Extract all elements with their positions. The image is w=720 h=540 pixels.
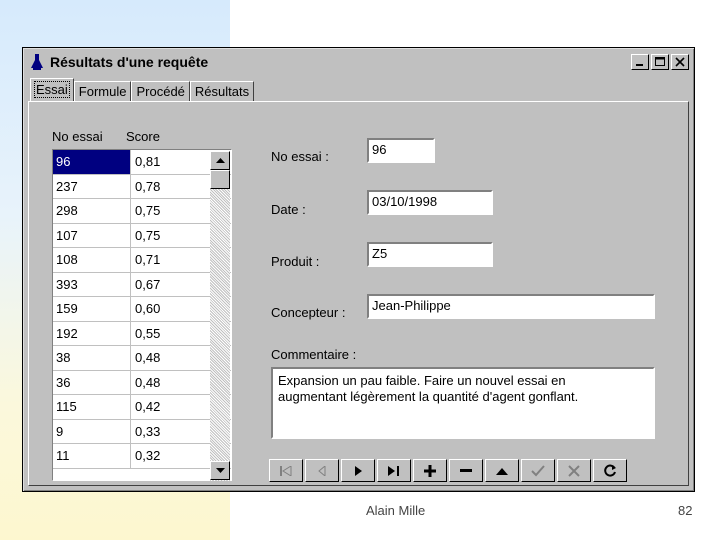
no-essai-cell: 115 [53, 395, 131, 419]
list-row[interactable]: 159 0,60 [53, 297, 231, 322]
no-essai-cell: 107 [53, 223, 131, 247]
list-row[interactable]: 108 0,71 [53, 248, 231, 273]
cancel-icon [568, 464, 580, 477]
next-record-button[interactable] [341, 459, 375, 482]
first-record-button[interactable] [269, 459, 303, 482]
page-number: 82 [678, 503, 693, 518]
scroll-down-button[interactable] [210, 461, 230, 480]
list-scrollbar[interactable] [210, 151, 230, 481]
list-row[interactable]: 9 0,33 [53, 419, 231, 444]
close-button[interactable] [671, 54, 689, 70]
date-label: Date : [271, 202, 306, 217]
produit-label: Produit : [271, 254, 320, 269]
no-essai-label: No essai : [271, 149, 329, 164]
title-bar[interactable]: Résultats d'une requête [26, 51, 691, 73]
list-row[interactable]: 192 0,55 [53, 321, 231, 346]
post-edit-button[interactable] [521, 459, 555, 482]
tab-resultats[interactable]: Résultats [189, 81, 255, 102]
concepteur-label: Concepteur : [271, 305, 346, 320]
no-essai-cell: 237 [53, 174, 131, 198]
list-row[interactable]: 115 0,42 [53, 395, 231, 420]
no-essai-cell: 192 [53, 321, 131, 345]
post-icon [531, 464, 545, 476]
flask-icon [30, 54, 44, 70]
no-essai-cell: 159 [53, 297, 131, 321]
scroll-up-button[interactable] [210, 151, 230, 170]
no-essai-cell: 393 [53, 272, 131, 296]
no-essai-cell: 11 [53, 444, 131, 468]
column-header-score: Score [126, 129, 160, 144]
maximize-button[interactable] [651, 54, 669, 70]
list-row[interactable]: 11 0,32 [53, 444, 231, 469]
refresh-icon [603, 464, 616, 477]
list-row[interactable]: 393 0,67 [53, 272, 231, 297]
tab-procede[interactable]: Procédé [131, 81, 190, 102]
no-essai-field[interactable]: 96 [367, 138, 435, 163]
results-list[interactable]: 96 0,81 237 0,78 298 0,75 107 0,75 108 0,71 393 0,6… [52, 149, 232, 481]
edit-record-button[interactable] [485, 459, 519, 482]
commentaire-memo[interactable]: Expansion un pau faible. Faire un nouvel… [271, 367, 655, 439]
commentaire-line-2: augmentant légèrement la quantité d'agen… [278, 389, 579, 404]
insert-record-button[interactable] [413, 459, 447, 482]
next-icon [355, 465, 362, 476]
tab-formule[interactable]: Formule [73, 81, 132, 102]
insert-icon [424, 464, 436, 477]
list-row[interactable]: 107 0,75 [53, 223, 231, 248]
prior-record-button[interactable] [305, 459, 339, 482]
no-essai-cell: 298 [53, 199, 131, 223]
tab-essai[interactable]: Essai [30, 78, 74, 102]
prior-icon [318, 465, 326, 476]
column-header-no-essai: No essai [52, 129, 103, 144]
list-row[interactable]: 36 0,48 [53, 370, 231, 395]
edit-icon [496, 467, 508, 475]
concepteur-field[interactable]: Jean-Philippe [367, 294, 655, 319]
no-essai-cell: 9 [53, 419, 131, 443]
minimize-button[interactable] [631, 54, 649, 70]
list-row[interactable]: 237 0,78 [53, 174, 231, 199]
tab-strip: Essai Formule Procédé Résultats [30, 78, 255, 102]
db-navigator [269, 459, 627, 482]
commentaire-line-1: Expansion un pau faible. Faire un nouvel… [278, 373, 566, 388]
delete-icon [460, 468, 472, 472]
list-row[interactable]: 298 0,75 [53, 199, 231, 224]
cancel-edit-button[interactable] [557, 459, 591, 482]
commentaire-label: Commentaire : [271, 347, 357, 362]
list-row[interactable]: 38 0,48 [53, 346, 231, 371]
scroll-thumb[interactable] [210, 170, 230, 189]
date-field[interactable]: 03/10/1998 [367, 190, 493, 215]
last-record-button[interactable] [377, 459, 411, 482]
footer-author: Alain Mille [366, 503, 426, 518]
no-essai-cell: 36 [53, 370, 131, 394]
list-row[interactable]: 96 0,81 [53, 150, 231, 175]
first-icon [280, 465, 292, 476]
window-title: Résultats d'une requête [50, 54, 209, 70]
produit-field[interactable]: Z5 [367, 242, 493, 267]
query-results-window: Résultats d'une requête Essai Formule Pr… [22, 47, 695, 492]
last-icon [388, 465, 399, 476]
delete-record-button[interactable] [449, 459, 483, 482]
no-essai-cell: 108 [53, 248, 131, 272]
no-essai-cell: 38 [53, 346, 131, 370]
refresh-button[interactable] [593, 459, 627, 482]
no-essai-cell: 96 [53, 150, 131, 174]
